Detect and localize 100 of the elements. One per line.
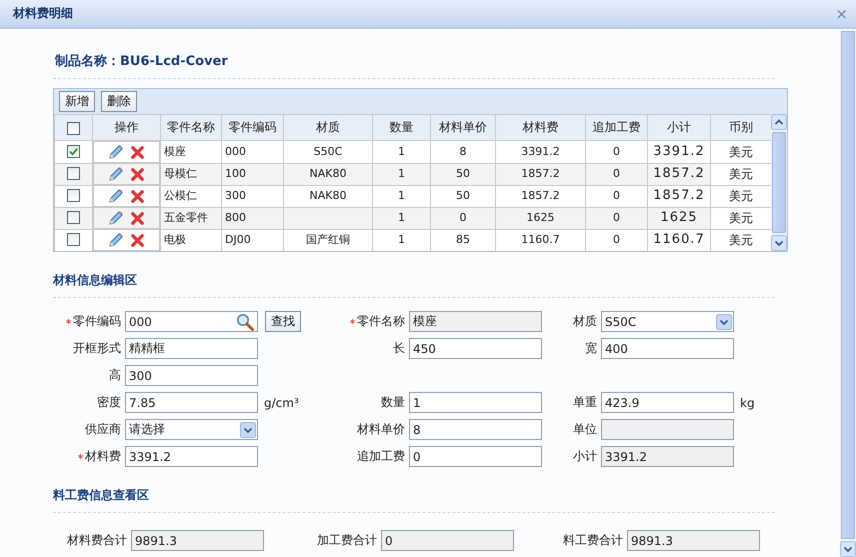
pencil-icon[interactable] bbox=[108, 166, 124, 182]
table-cell: 母模仁 bbox=[160, 163, 222, 185]
field-label: 零件编码 bbox=[53, 311, 121, 332]
pencil-icon[interactable] bbox=[108, 210, 124, 226]
table-cell: 50 bbox=[430, 185, 496, 207]
checkbox[interactable] bbox=[67, 122, 80, 135]
input-field[interactable]: 400 bbox=[601, 338, 734, 359]
table-cell: 8 bbox=[430, 140, 496, 163]
input-field[interactable]: 300 bbox=[125, 365, 258, 386]
delete-icon[interactable] bbox=[130, 232, 145, 248]
product-name: 制品名称：BU6-Lcd-Cover bbox=[54, 53, 229, 70]
table-cell: 1857.2 bbox=[496, 163, 586, 185]
table-cell: 美元 bbox=[710, 229, 771, 251]
column-header: 材料单价 bbox=[430, 114, 496, 140]
delete-icon[interactable] bbox=[130, 166, 145, 182]
field-label: 材质 bbox=[572, 313, 597, 330]
table-cell: 3391.2 bbox=[496, 140, 586, 163]
input-field[interactable]: 7.85 bbox=[125, 392, 258, 413]
column-header: 零件编码 bbox=[222, 114, 284, 140]
field-label: 材料费合计 bbox=[66, 532, 127, 549]
select-field[interactable]: 请选择 bbox=[125, 419, 258, 440]
column-header: 小计 bbox=[648, 114, 710, 140]
readonly-field: 模座 bbox=[409, 311, 542, 332]
checkbox[interactable] bbox=[67, 211, 80, 224]
table-cell: 0 bbox=[586, 163, 648, 185]
table-cell: 0 bbox=[430, 207, 496, 229]
field-label: 材料单价 bbox=[356, 421, 405, 438]
table-cell: 100 bbox=[222, 163, 284, 185]
table-cell: 1857.2 bbox=[496, 185, 586, 207]
table-cell: 美元 bbox=[710, 140, 771, 163]
table-cell: 美元 bbox=[710, 207, 771, 229]
pencil-icon[interactable] bbox=[108, 232, 124, 248]
column-header: 追加工费 bbox=[586, 114, 648, 140]
readonly-field: 3391.2 bbox=[601, 446, 734, 467]
checkbox[interactable] bbox=[67, 233, 80, 246]
section-title: 材料信息编辑区 bbox=[53, 272, 138, 289]
scrollbar[interactable] bbox=[840, 29, 856, 557]
input-field[interactable]: 3391.2 bbox=[125, 446, 258, 467]
readonly-field: 0 bbox=[381, 530, 514, 551]
input-field[interactable]: 1 bbox=[409, 392, 542, 413]
table-cell: 50 bbox=[430, 163, 496, 185]
table-cell: 公模仁 bbox=[160, 185, 222, 207]
readonly-field: 9891.3 bbox=[131, 530, 264, 551]
unit-label: g/cm³ bbox=[263, 394, 300, 412]
input-field[interactable]: 423.9 bbox=[601, 392, 734, 413]
table-cell: 000 bbox=[222, 140, 284, 163]
column-header: 币别 bbox=[710, 114, 771, 140]
table-cell: 300 bbox=[222, 185, 284, 207]
toolbar-button[interactable]: 删除 bbox=[101, 91, 137, 112]
readonly-field: 9891.3 bbox=[627, 530, 760, 551]
field-label: 材料费 bbox=[53, 446, 121, 467]
field-label: 单位 bbox=[572, 421, 597, 438]
field-label: 单重 bbox=[572, 394, 597, 411]
table-cell: 美元 bbox=[710, 163, 771, 185]
table-cell: 800 bbox=[222, 207, 284, 229]
table-cell: 0 bbox=[586, 185, 648, 207]
input-field[interactable]: 0 bbox=[409, 446, 542, 467]
table-cell: 模座 bbox=[160, 140, 222, 163]
select-field[interactable]: S50C bbox=[601, 311, 734, 332]
scroll-down-icon[interactable] bbox=[771, 235, 787, 251]
delete-icon[interactable] bbox=[130, 144, 145, 160]
scroll-up-icon[interactable] bbox=[771, 114, 787, 130]
column-header: 数量 bbox=[372, 114, 430, 140]
scroll-thumb[interactable] bbox=[772, 132, 786, 233]
checkbox[interactable] bbox=[67, 167, 80, 180]
input-field[interactable]: 450 bbox=[409, 338, 542, 359]
column-header: 材料费 bbox=[496, 114, 586, 140]
scrollbar[interactable] bbox=[771, 114, 787, 251]
table-cell: 电极 bbox=[160, 229, 222, 251]
table-cell: 1625 bbox=[496, 207, 586, 229]
toolbar-button[interactable]: 新增 bbox=[59, 91, 95, 112]
table-cell: NAK80 bbox=[284, 163, 372, 185]
field-label: 料工费合计 bbox=[562, 532, 623, 549]
input-field[interactable]: 精精框 bbox=[125, 338, 258, 359]
pencil-icon[interactable] bbox=[108, 144, 124, 160]
delete-icon[interactable] bbox=[130, 210, 145, 226]
scroll-down-icon[interactable] bbox=[840, 541, 856, 557]
pencil-icon[interactable] bbox=[108, 188, 124, 204]
table-cell: 1 bbox=[372, 140, 430, 163]
input-field[interactable]: 000 bbox=[125, 311, 258, 332]
scroll-thumb[interactable] bbox=[841, 31, 855, 539]
find-button[interactable]: 查找 bbox=[265, 311, 301, 332]
column-header: 操作 bbox=[92, 114, 160, 140]
field-label: 供应商 bbox=[84, 421, 121, 438]
search-icon[interactable] bbox=[236, 312, 254, 330]
field-label: 宽 bbox=[584, 340, 597, 357]
field-label: 开框形式 bbox=[72, 340, 121, 357]
input-field[interactable]: 8 bbox=[409, 419, 542, 440]
table-cell: 1625 bbox=[648, 207, 710, 229]
checkbox[interactable] bbox=[67, 145, 80, 158]
delete-icon[interactable] bbox=[130, 188, 145, 204]
field-label: 追加工费 bbox=[356, 448, 405, 465]
table-cell: NAK80 bbox=[284, 185, 372, 207]
field-label: 加工费合计 bbox=[316, 532, 377, 549]
section-title: 料工费信息查看区 bbox=[53, 487, 150, 504]
field-label: 零件名称 bbox=[346, 311, 405, 332]
table-cell: 0 bbox=[586, 207, 648, 229]
table-cell: 1 bbox=[372, 207, 430, 229]
column-header: 材质 bbox=[284, 114, 372, 140]
checkbox[interactable] bbox=[67, 189, 80, 202]
